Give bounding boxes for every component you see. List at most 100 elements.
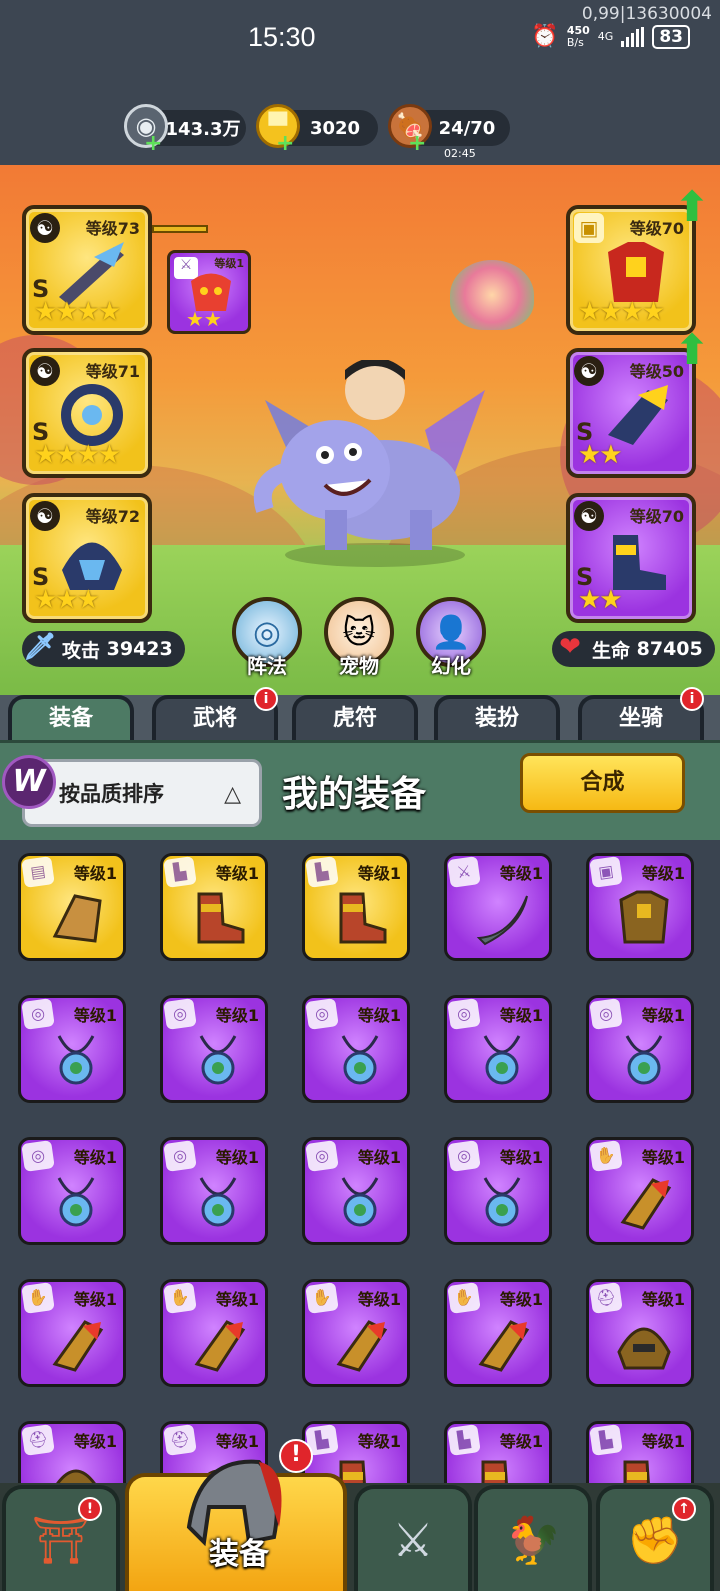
item-level: 等级1 (641, 864, 685, 883)
gold-counter[interactable]: ▀ 3020 + (256, 104, 378, 156)
item-level: 等级1 (215, 1006, 259, 1025)
boots-icon (197, 892, 245, 944)
add-stamina-icon[interactable]: + (408, 131, 426, 156)
category-badge-icon: ✋ (447, 1282, 481, 1314)
inventory-item[interactable]: ✋ 等级1 (160, 1279, 268, 1387)
formation-label: 阵法 (247, 654, 287, 678)
inventory-item[interactable]: ✋ 等级1 (302, 1279, 410, 1387)
inventory-item[interactable]: ⚔ 等级1 (444, 853, 552, 961)
inventory-item[interactable]: ✋ 等级1 (18, 1279, 126, 1387)
tab-tiger-tally[interactable]: 虎符 (292, 695, 418, 745)
inventory-item[interactable]: ◎ 等级1 (18, 1137, 126, 1245)
equipment-toolbar: 按品质排序 △ W 我的装备 合成 (0, 740, 720, 840)
hero-scene: ☯ 等级73 S ★★★★ ⚔ 等级1 ★★ ☯ 等级71 S ★★★★ ☯ 等… (0, 165, 720, 695)
item-level: 等级1 (499, 1148, 543, 1167)
inventory-item[interactable]: ◎ 等级1 (586, 995, 694, 1103)
cat-icon: 🐱 (342, 613, 376, 651)
floating-bowl (450, 260, 534, 330)
inventory-item[interactable]: ◎ 等级1 (18, 995, 126, 1103)
net-speed-value: 450 (566, 23, 590, 37)
amulet-icon (199, 1177, 237, 1227)
item-level: 等级1 (357, 1006, 401, 1025)
compose-button[interactable]: 合成 (520, 753, 685, 813)
tab-label: 装扮 (474, 706, 519, 731)
inventory-item[interactable]: ◎ 等级1 (302, 995, 410, 1103)
item-level: 等级1 (641, 1432, 685, 1451)
nav-upgrade[interactable]: ✊ ↑ (596, 1485, 714, 1591)
inventory-item[interactable]: ◎ 等级1 (444, 1137, 552, 1245)
inventory-item[interactable]: ▣ 等级1 (586, 853, 694, 961)
nav-label: 装备 (209, 1537, 269, 1572)
equip-slot-helmet[interactable]: ☯ 等级72 S ★★★ (22, 493, 152, 623)
equip-slot-amulet[interactable]: ☯ 等级71 S ★★★★ (22, 348, 152, 478)
transform-label: 幻化 (431, 654, 471, 678)
pet-equip-slot[interactable]: ⚔ 等级1 ★★ (167, 250, 251, 334)
overlay-logo-icon: W (2, 755, 56, 809)
game-screen: 15:30 0,99|13630004 ⏰ 450 B/s 4G 83 ◉ 14… (0, 0, 720, 1591)
pet-button[interactable]: 🐱 宠物 (324, 597, 394, 678)
inventory-item[interactable]: ◎ 等级1 (160, 1137, 268, 1245)
gate-icon: ⛩ (31, 1512, 91, 1567)
hero-mount-character[interactable] (245, 360, 505, 570)
alert-badge: ! (279, 1439, 313, 1473)
nav-shop[interactable]: ⛩ ! (2, 1485, 120, 1591)
nav-equipment[interactable]: ! 装备 (125, 1439, 347, 1591)
category-badge-icon: ▙ (589, 1424, 623, 1456)
amulet-icon (625, 1035, 663, 1085)
equip-slot-boots[interactable]: ☯ 等级70 S ★★ (566, 493, 696, 623)
category-badge-icon: ▙ (305, 856, 339, 888)
inventory-item[interactable]: ▙ 等级1 (160, 853, 268, 961)
inventory-item[interactable]: ⛑ 等级1 (18, 1421, 126, 1483)
add-silver-icon[interactable]: + (144, 131, 162, 156)
item-level: 等级1 (499, 1290, 543, 1309)
category-badge-icon: ▙ (447, 1424, 481, 1456)
inventory-item[interactable]: ⛑ 等级1 (586, 1279, 694, 1387)
tab-mount[interactable]: 坐骑 i (578, 687, 704, 745)
inventory-item[interactable]: ▙ 等级1 (444, 1421, 552, 1483)
attack-value: 39423 (106, 638, 173, 660)
helmet-icon (56, 1469, 96, 1483)
status-bar: 15:30 0,99|13630004 ⏰ 450 B/s 4G 83 (0, 0, 720, 80)
item-level: 等级1 (357, 1290, 401, 1309)
resource-bar: ◉ 143.3万 + ▀ 3020 + 🍖 24/70 + 02:45 (0, 80, 720, 165)
slot-stars: ★★★★ (34, 297, 121, 327)
gauntlet-icon (336, 1320, 388, 1372)
hp-stat: ❤ 生命 87405 (552, 631, 715, 667)
formation-button[interactable]: ◎ 阵法 (232, 597, 302, 678)
item-level: 等级1 (499, 864, 543, 883)
item-level: 等级1 (641, 1006, 685, 1025)
tab-generals[interactable]: 武将 i (152, 687, 278, 745)
inventory-item[interactable]: ✋ 等级1 (444, 1279, 552, 1387)
alarm-icon: ⏰ (531, 24, 559, 49)
item-level: 等级1 (73, 1148, 117, 1167)
inventory-item[interactable]: ▙ 等级1 (586, 1421, 694, 1483)
inventory-item[interactable]: ◎ 等级1 (444, 995, 552, 1103)
debug-overlay-text: 0,99|13630004 (581, 4, 712, 24)
tab-equipment[interactable]: 装备 (8, 695, 134, 745)
inventory-item[interactable]: ▤ 等级1 (18, 853, 126, 961)
sort-dropdown[interactable]: 按品质排序 △ (22, 759, 262, 827)
chest-armor-icon (619, 890, 669, 944)
inventory-item[interactable]: ▙ 等级1 (302, 853, 410, 961)
equipment-grid: ▤ 等级1 ▙ 等级1 ▙ 等级1 ⚔ 等级1 ▣ 等级1 ◎ 等级1 ◎ 等级1 ◎ 等级1 ◎ 等级1 ◎ 等级1… (0, 843, 720, 1483)
nav-recruit[interactable]: 🐓 (474, 1485, 592, 1591)
category-badge-icon: ▣ (589, 856, 623, 888)
slot-level: 等级71 (85, 362, 140, 381)
category-badge-icon: ◎ (305, 998, 339, 1030)
equip-slot-weapon[interactable]: ☯ 等级73 S ★★★★ (22, 205, 152, 335)
inventory-item[interactable]: ◎ 等级1 (302, 1137, 410, 1245)
item-level: 等级1 (73, 864, 117, 883)
add-gold-icon[interactable]: + (276, 131, 294, 156)
hp-value: 87405 (636, 638, 703, 660)
stamina-counter[interactable]: 🍖 24/70 + 02:45 (388, 104, 510, 160)
item-level: 等级1 (641, 1290, 685, 1309)
transform-button[interactable]: 👤 幻化 (416, 597, 486, 678)
inventory-item[interactable]: ◎ 等级1 (160, 995, 268, 1103)
pet-label: 宠物 (339, 654, 379, 678)
nav-battle[interactable]: ⚔ (354, 1485, 472, 1591)
amulet-icon (341, 1035, 379, 1085)
tab-outfit[interactable]: 装扮 (434, 695, 560, 745)
amulet-icon (483, 1035, 521, 1085)
inventory-item[interactable]: ✋ 等级1 (586, 1137, 694, 1245)
silver-counter[interactable]: ◉ 143.3万 + (124, 104, 246, 156)
